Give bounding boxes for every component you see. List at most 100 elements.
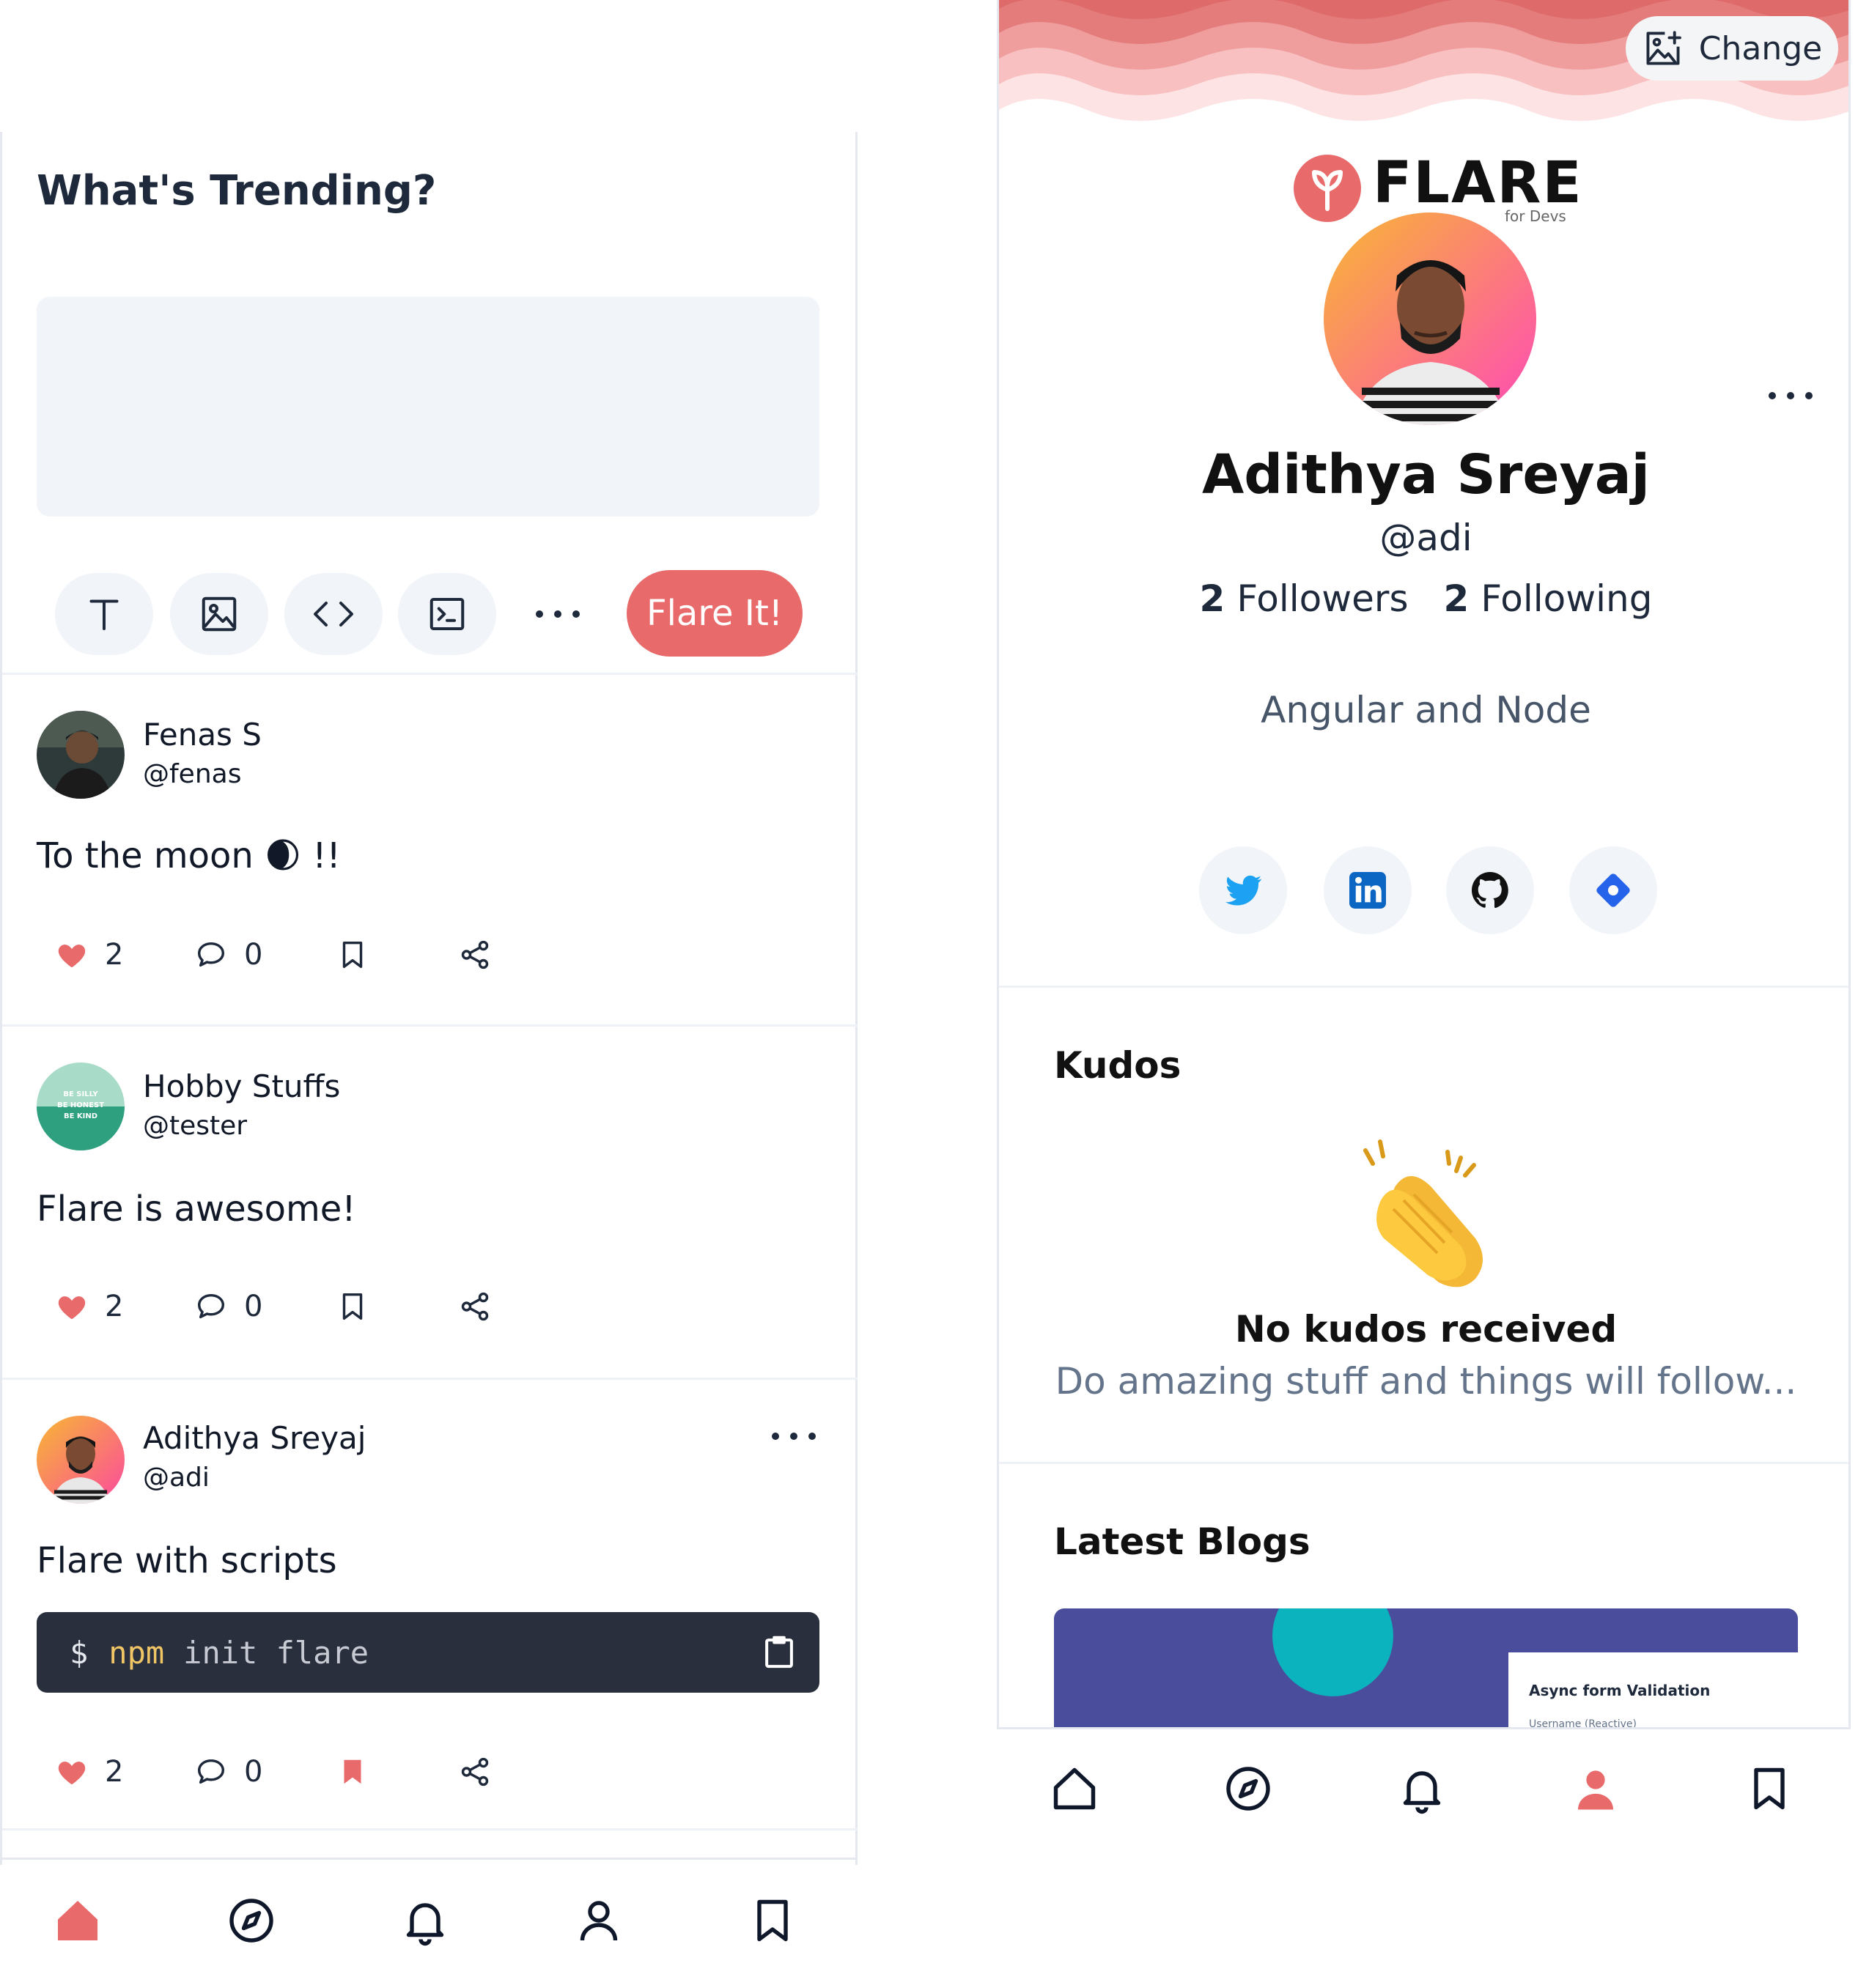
explore-icon xyxy=(229,1899,273,1943)
divider xyxy=(999,986,1848,988)
devto-icon xyxy=(1596,873,1630,907)
nav-notifications[interactable] xyxy=(399,1894,451,1950)
bookmark-filled-icon xyxy=(344,1759,361,1784)
more-icon xyxy=(536,610,543,618)
compose-input[interactable] xyxy=(37,297,819,517)
comment-button[interactable]: 0 xyxy=(194,1755,262,1789)
post-author-handle[interactable]: @adi xyxy=(143,1463,210,1493)
comment-count: 0 xyxy=(244,938,263,972)
comment-button[interactable]: 0 xyxy=(194,938,262,972)
followers-label: Followers xyxy=(1236,577,1409,620)
more-tools-button[interactable] xyxy=(536,599,580,629)
nav-home[interactable] xyxy=(1048,1762,1101,1818)
nav-bookmarks[interactable] xyxy=(746,1894,799,1950)
linkedin-link[interactable] xyxy=(1324,846,1412,934)
blog-card[interactable]: Async form Validation Username (Reactive… xyxy=(1054,1608,1798,1729)
share-button[interactable] xyxy=(458,938,492,972)
like-button[interactable]: 2 xyxy=(55,1755,123,1789)
text-tool-button[interactable] xyxy=(55,573,153,655)
avatar[interactable]: BE SILLY BE HONEST BE KIND xyxy=(37,1063,125,1150)
kudos-empty-subtitle: Do amazing stuff and things will follow.… xyxy=(1055,1360,1797,1403)
blog-cover-shape xyxy=(1272,1608,1393,1696)
change-cover-button[interactable]: Change xyxy=(1626,16,1838,81)
following-link[interactable]: 2 Following xyxy=(1444,577,1653,620)
twitter-link[interactable] xyxy=(1199,846,1287,934)
post-text: To the moon 🌒 !! xyxy=(37,835,341,876)
bottom-nav xyxy=(51,1894,799,1950)
clipboard-icon[interactable] xyxy=(759,1633,799,1672)
nav-explore[interactable] xyxy=(1222,1762,1275,1818)
post-author-name[interactable]: Fenas S xyxy=(143,717,262,753)
share-icon xyxy=(461,1757,489,1786)
nav-home[interactable] xyxy=(51,1894,104,1950)
like-button[interactable]: 2 xyxy=(55,938,123,972)
profile-frame: Change FLARE for Devs Adithya Sreyaj @ad… xyxy=(997,0,1851,1729)
share-button[interactable] xyxy=(458,1290,492,1323)
avatar[interactable] xyxy=(37,711,125,799)
image-tool-button[interactable] xyxy=(170,573,268,655)
profile-screen: Change FLARE for Devs Adithya Sreyaj @ad… xyxy=(997,0,1858,1988)
profile-bio: Angular and Node xyxy=(1261,689,1591,731)
nav-profile[interactable] xyxy=(572,1894,625,1950)
svg-text:BE HONEST: BE HONEST xyxy=(57,1101,104,1109)
divider xyxy=(999,1462,1848,1464)
nav-notifications[interactable] xyxy=(1396,1762,1448,1818)
more-icon xyxy=(772,1433,779,1440)
like-button[interactable]: 2 xyxy=(55,1290,123,1323)
code-prompt: $ xyxy=(70,1634,89,1671)
bottom-nav xyxy=(1048,1762,1796,1818)
svg-text:BE KIND: BE KIND xyxy=(64,1112,97,1120)
notifications-icon xyxy=(1403,1771,1441,1814)
bottom-nav-divider xyxy=(997,1727,1851,1729)
divider xyxy=(2,673,858,675)
code-tool-button[interactable] xyxy=(284,573,383,655)
follow-stats: 2 Followers 2 Following xyxy=(999,577,1848,620)
home-icon xyxy=(58,1901,97,1940)
flare-it-button[interactable]: Flare It! xyxy=(627,570,803,657)
profile-icon xyxy=(580,1901,618,1941)
text-icon xyxy=(89,599,119,630)
post-author-name[interactable]: Adithya Sreyaj xyxy=(143,1420,366,1456)
home-icon xyxy=(1053,1767,1096,1810)
terminal-icon xyxy=(430,598,465,630)
logo-subtitle: for Devs xyxy=(1505,207,1566,225)
following-label: Following xyxy=(1481,577,1653,620)
profile-more-button[interactable] xyxy=(1769,381,1813,410)
blog-cover-preview: Async form Validation Username (Reactive… xyxy=(1508,1652,1798,1729)
comment-count: 0 xyxy=(244,1755,263,1789)
followers-link[interactable]: 2 Followers xyxy=(1200,577,1409,620)
nav-explore[interactable] xyxy=(225,1894,278,1950)
bookmark-button[interactable] xyxy=(336,938,369,972)
post-author-handle[interactable]: @tester xyxy=(143,1111,247,1141)
add-image-icon xyxy=(1646,31,1681,65)
avatar[interactable] xyxy=(37,1416,125,1504)
flare-logo-icon xyxy=(1294,155,1361,222)
like-count: 2 xyxy=(105,938,124,972)
bookmark-button[interactable] xyxy=(336,1755,369,1789)
more-icon xyxy=(1769,392,1776,399)
followers-count: 2 xyxy=(1199,577,1225,620)
post-more-button[interactable] xyxy=(772,1422,816,1451)
bookmark-icon xyxy=(342,1293,363,1320)
share-button[interactable] xyxy=(458,1755,492,1789)
bookmarks-icon xyxy=(757,1899,788,1942)
divider xyxy=(2,1828,858,1830)
profile-avatar[interactable] xyxy=(1324,213,1536,425)
following-count: 2 xyxy=(1443,577,1470,620)
svg-text:BE SILLY: BE SILLY xyxy=(63,1090,98,1098)
terminal-tool-button[interactable] xyxy=(398,573,496,655)
nav-profile[interactable] xyxy=(1569,1762,1622,1818)
bookmarks-icon xyxy=(1754,1767,1785,1810)
devto-link[interactable] xyxy=(1569,846,1657,934)
image-icon xyxy=(202,596,237,632)
nav-bookmarks[interactable] xyxy=(1743,1762,1796,1818)
comment-icon xyxy=(197,942,225,967)
comment-button[interactable]: 0 xyxy=(194,1290,262,1323)
github-link[interactable] xyxy=(1446,846,1534,934)
bookmark-button[interactable] xyxy=(336,1290,369,1323)
bottom-nav-divider xyxy=(2,1858,858,1860)
comment-icon xyxy=(197,1293,225,1319)
bookmark-icon xyxy=(342,941,363,969)
post-author-name[interactable]: Hobby Stuffs xyxy=(143,1068,340,1104)
post-author-handle[interactable]: @fenas xyxy=(143,759,241,789)
